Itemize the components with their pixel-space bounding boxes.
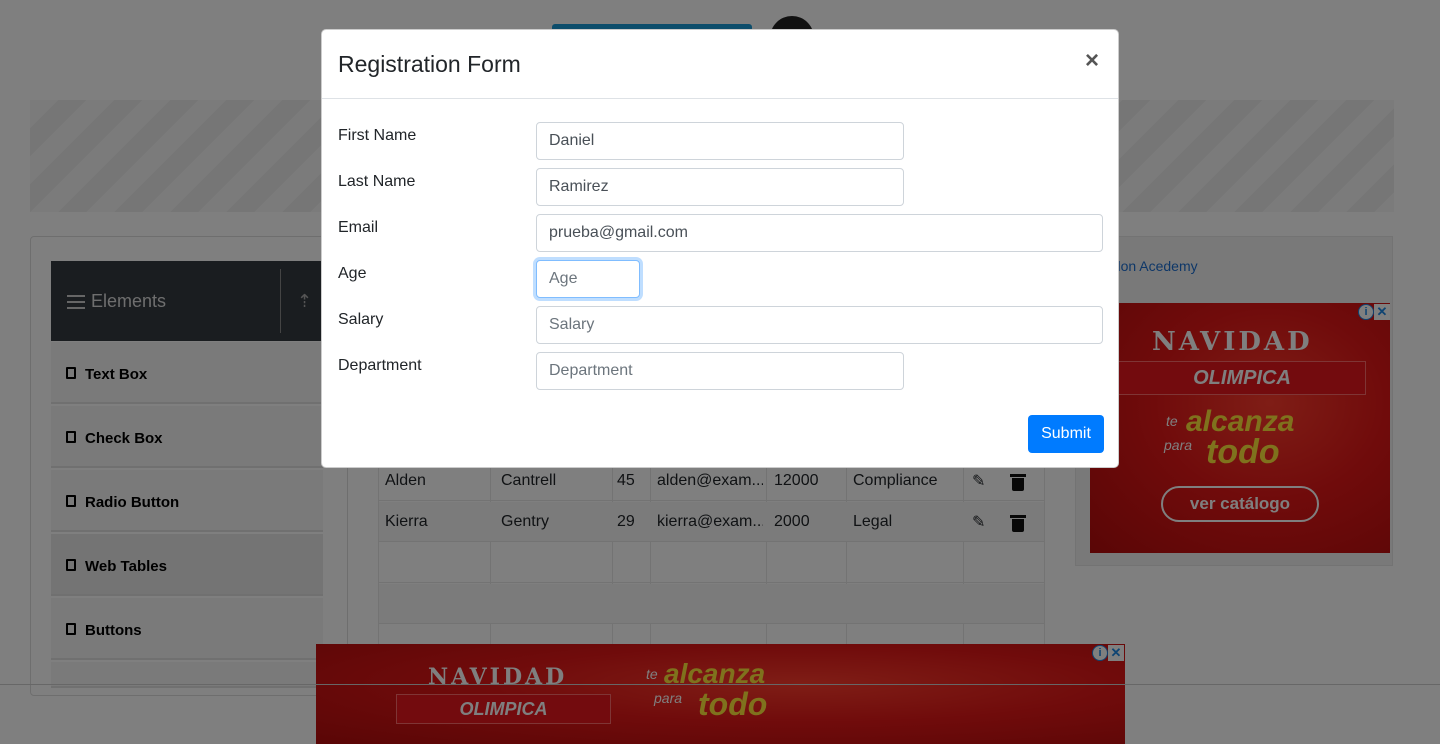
last-name-input[interactable] <box>536 168 904 206</box>
last-name-label: Last Name <box>338 173 416 190</box>
modal-header: Registration Form × <box>322 30 1118 99</box>
salary-label: Salary <box>338 311 384 328</box>
first-name-input[interactable] <box>536 122 904 160</box>
email-input[interactable] <box>536 214 1103 252</box>
email-label: Email <box>338 219 379 236</box>
registration-modal: Registration Form × First Name Last Name… <box>321 29 1119 468</box>
age-label: Age <box>338 265 367 282</box>
department-input[interactable] <box>536 352 904 390</box>
first-name-label: First Name <box>338 127 417 144</box>
close-icon[interactable]: × <box>1085 47 1099 75</box>
department-label: Department <box>338 357 422 374</box>
age-input[interactable] <box>536 260 640 298</box>
salary-input[interactable] <box>536 306 1103 344</box>
modal-title: Registration Form <box>338 51 521 77</box>
submit-button[interactable]: Submit <box>1028 415 1104 453</box>
